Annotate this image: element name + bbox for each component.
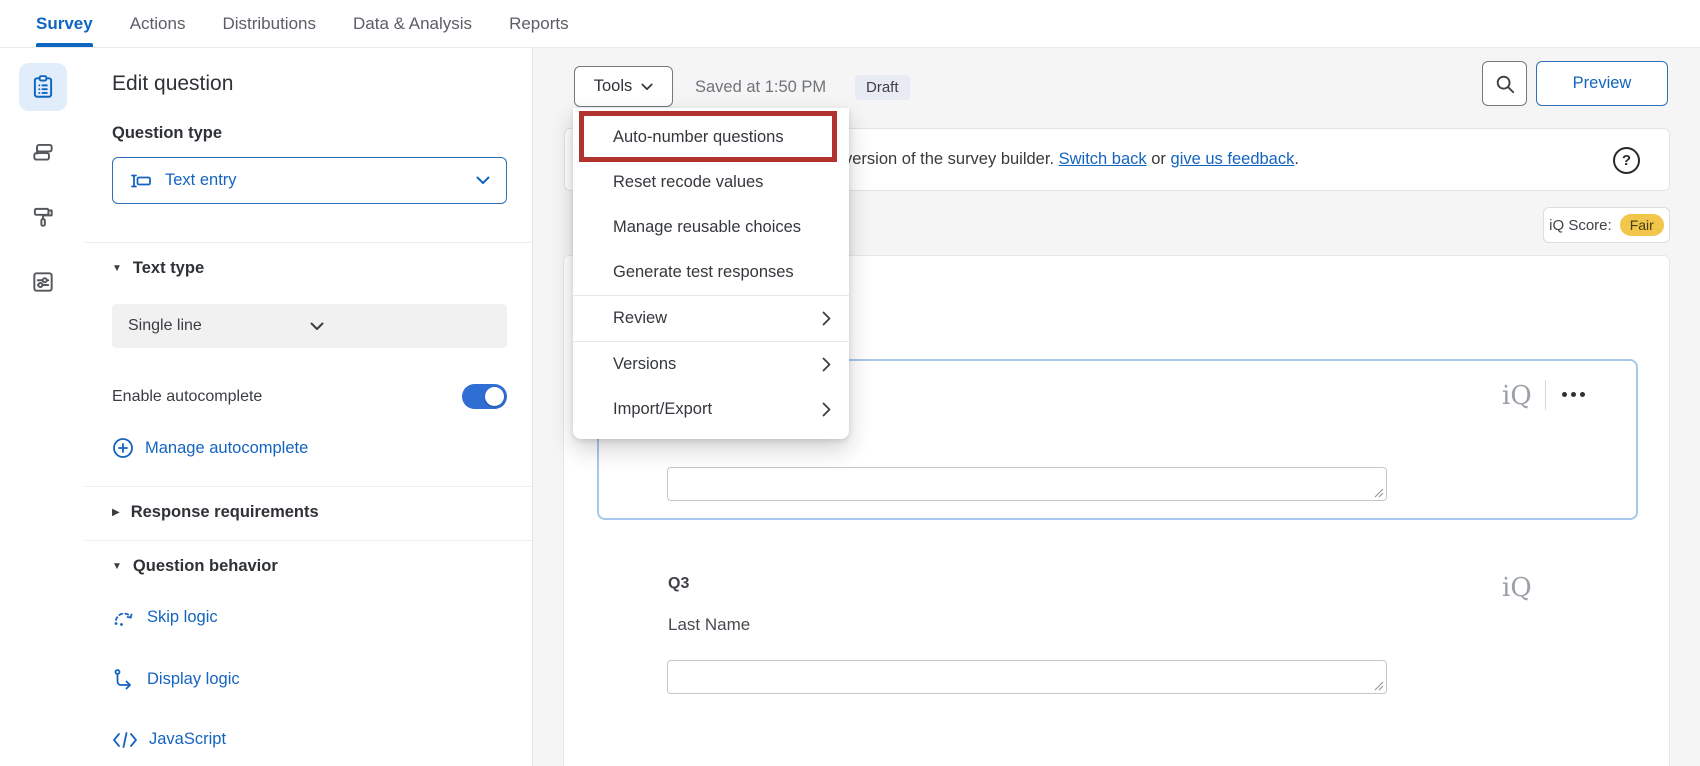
menu-item-reset-recode-values[interactable]: Reset recode values [573, 160, 849, 205]
preview-button[interactable]: Preview [1536, 61, 1668, 106]
text-type-section-header[interactable]: ▼ Text type [112, 259, 505, 278]
tools-button-label: Tools [594, 77, 633, 96]
question-menu-button[interactable] [1562, 392, 1585, 397]
rail-item-survey-builder[interactable] [19, 63, 67, 111]
paint-roller-icon [30, 204, 56, 230]
tab-data-analysis[interactable]: Data & Analysis [353, 0, 472, 47]
tab-survey[interactable]: Survey [36, 0, 93, 47]
skip-logic-link[interactable]: Skip logic [112, 606, 532, 628]
tab-actions[interactable]: Actions [130, 0, 186, 47]
divider [85, 242, 532, 243]
divider [85, 540, 532, 541]
manage-autocomplete-link[interactable]: Manage autocomplete [112, 437, 532, 459]
draft-badge: Draft [855, 75, 910, 100]
menu-item-auto-number-questions[interactable]: Auto-number questions [573, 115, 849, 160]
javascript-link[interactable]: JavaScript [112, 730, 532, 749]
triangle-down-icon: ▼ [112, 561, 122, 572]
menu-item-import-export[interactable]: Import/Export [573, 387, 849, 432]
sliders-panel-icon [30, 269, 56, 295]
panel-title: Edit question [112, 72, 505, 96]
question-text: Last Name [668, 615, 750, 635]
text-type-value: Single line [128, 317, 310, 335]
skip-logic-icon [112, 606, 136, 628]
text-type-label: Text type [133, 259, 204, 278]
display-logic-link[interactable]: Display logic [112, 668, 532, 690]
iq-badge: iQ [1502, 383, 1532, 409]
manage-autocomplete-label: Manage autocomplete [145, 439, 308, 458]
tab-reports[interactable]: Reports [509, 0, 569, 47]
iq-score-value-badge: Fair [1620, 214, 1664, 236]
search-icon [1494, 73, 1516, 95]
divider [85, 486, 532, 487]
iq-badge: iQ [1502, 575, 1532, 601]
rail-item-survey-options[interactable] [19, 258, 67, 306]
chevron-down-icon [310, 322, 492, 331]
toggle-knob [485, 387, 504, 406]
chevron-down-icon [641, 83, 653, 91]
divider [1545, 380, 1546, 410]
menu-item-generate-test-responses[interactable]: Generate test responses [573, 250, 849, 295]
display-logic-label: Display logic [147, 670, 240, 689]
text-type-select[interactable]: Single line [112, 304, 507, 348]
enable-autocomplete-row: Enable autocomplete [112, 384, 507, 409]
circled-plus-icon [112, 437, 134, 459]
triangle-right-icon: ▶ [112, 507, 120, 518]
resize-handle-icon[interactable] [1374, 488, 1384, 498]
survey-canvas: Tools Saved at 1:50 PM Draft Preview ver… [533, 48, 1700, 766]
help-icon[interactable]: ? [1613, 147, 1640, 174]
rail-item-survey-flow[interactable] [19, 128, 67, 176]
tab-distributions[interactable]: Distributions [222, 0, 316, 47]
last-name-input[interactable] [667, 660, 1387, 694]
menu-item-manage-reusable-choices[interactable]: Manage reusable choices [573, 205, 849, 250]
iq-score-chip[interactable]: iQ Score: Fair [1543, 207, 1670, 243]
chevron-right-icon [822, 357, 831, 372]
question-type-label: Question type [112, 124, 505, 143]
javascript-label: JavaScript [149, 730, 226, 749]
switch-back-link[interactable]: Switch back [1059, 150, 1147, 168]
preview-button-label: Preview [1573, 74, 1632, 93]
skip-logic-label: Skip logic [147, 608, 218, 627]
give-feedback-link[interactable]: give us feedback [1171, 150, 1295, 168]
text-entry-icon [129, 169, 153, 193]
chevron-right-icon [822, 402, 831, 417]
clipboard-list-icon [30, 74, 56, 100]
question-type-select[interactable]: Text entry [112, 157, 507, 204]
resize-handle-icon[interactable] [1374, 681, 1384, 691]
chevron-down-icon [476, 176, 490, 185]
banner-text: version of the survey builder. Switch ba… [844, 150, 1299, 169]
code-icon [112, 731, 138, 749]
chevron-right-icon [822, 311, 831, 326]
level-input[interactable] [667, 467, 1387, 501]
tools-menu: Auto-number questions Reset recode value… [573, 108, 849, 439]
question-behavior-label: Question behavior [133, 557, 278, 576]
left-icon-rail [0, 48, 85, 766]
stacked-blocks-icon [30, 139, 56, 165]
menu-item-review[interactable]: Review [573, 296, 849, 341]
iq-score-label: iQ Score: [1549, 217, 1612, 234]
saved-status: Saved at 1:50 PM [695, 78, 826, 97]
top-nav: Survey Actions Distributions Data & Anal… [0, 0, 1700, 48]
triangle-down-icon: ▼ [112, 263, 122, 274]
search-button[interactable] [1482, 61, 1527, 106]
rail-item-look-and-feel[interactable] [19, 193, 67, 241]
edit-question-panel: Edit question Question type Text entry ▼… [85, 48, 533, 766]
question-number: Q3 [668, 575, 689, 593]
display-logic-icon [112, 668, 136, 690]
question-behavior-header[interactable]: ▼ Question behavior [112, 557, 505, 576]
tools-button[interactable]: Tools [574, 66, 673, 107]
question-type-value: Text entry [165, 171, 476, 190]
menu-item-versions[interactable]: Versions [573, 342, 849, 387]
response-requirements-header[interactable]: ▶ Response requirements [112, 503, 505, 522]
autocomplete-toggle[interactable] [462, 384, 507, 409]
enable-autocomplete-label: Enable autocomplete [112, 388, 262, 406]
response-requirements-label: Response requirements [131, 503, 319, 522]
